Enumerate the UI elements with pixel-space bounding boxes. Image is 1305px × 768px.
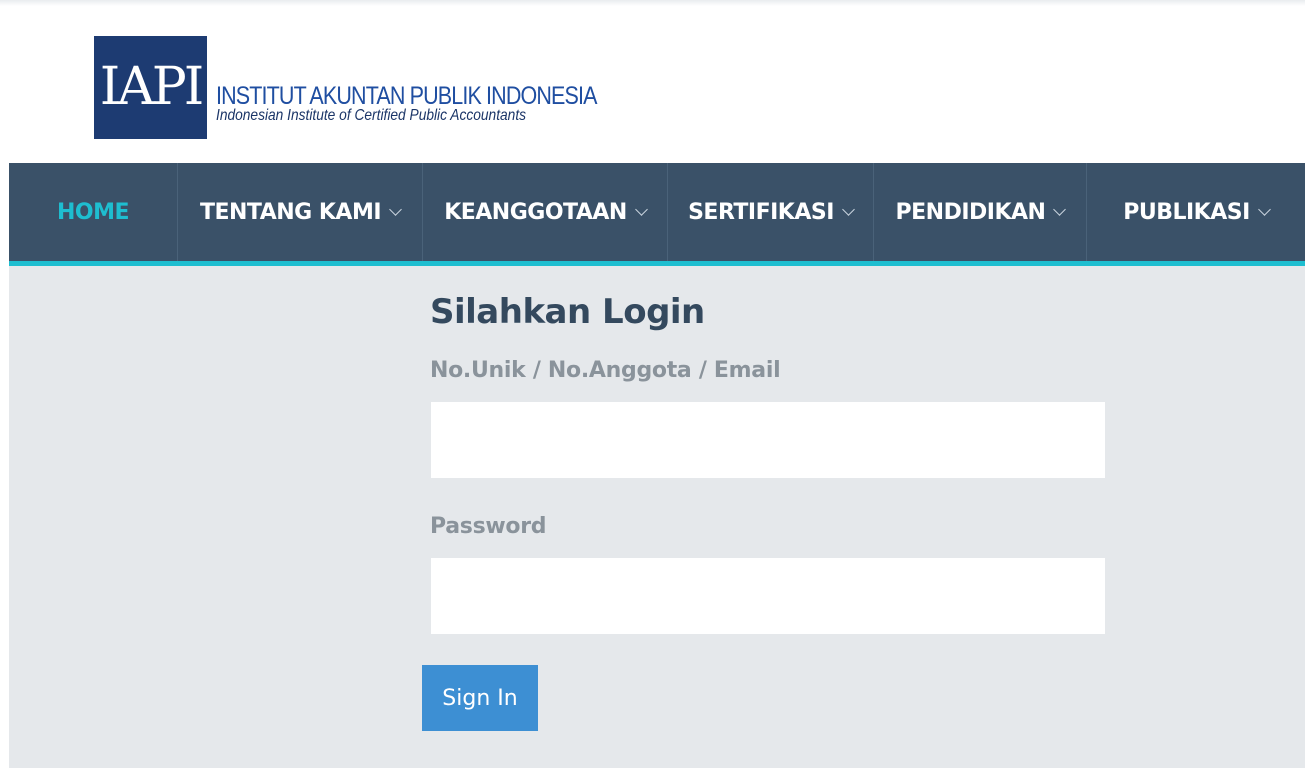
nav-item-label: SERTIFIKASI — [688, 199, 834, 225]
chevron-down-icon — [842, 202, 855, 216]
nav-item-keanggotaan[interactable]: KEANGGOTAAN — [422, 163, 667, 261]
nav-item-label: HOME — [56, 199, 130, 225]
nav-item-tentang-kami[interactable]: TENTANG KAMI — [177, 163, 422, 261]
page: IAPI INSTITUT AKUNTAN PUBLIK INDONESIA I… — [0, 0, 1305, 768]
nav-item-publikasi[interactable]: PUBLIKASI — [1086, 163, 1305, 261]
page-title: Silahkan Login — [430, 292, 705, 332]
nav-item-label: PUBLIKASI — [1123, 199, 1250, 225]
main-nav: HOME TENTANG KAMI KEANGGOTAAN SERTIFIKAS… — [9, 163, 1305, 266]
logo-title: INSTITUT AKUNTAN PUBLIK INDONESIA — [216, 82, 597, 110]
iapi-logo[interactable]: IAPI — [94, 36, 207, 139]
nav-item-label: KEANGGOTAAN — [444, 199, 627, 225]
chevron-down-icon — [1053, 202, 1067, 216]
login-section: Silahkan Login No.Unik / No.Anggota / Em… — [9, 266, 1305, 768]
nav-item-label: PENDIDIKAN — [895, 199, 1046, 225]
username-label: No.Unik / No.Anggota / Email — [430, 358, 781, 383]
logo-text[interactable]: INSTITUT AKUNTAN PUBLIK INDONESIA Indone… — [216, 84, 659, 124]
nav-item-sertifikasi[interactable]: SERTIFIKASI — [667, 163, 873, 261]
site-header: IAPI INSTITUT AKUNTAN PUBLIK INDONESIA I… — [0, 0, 1305, 163]
password-label: Password — [430, 514, 547, 539]
left-edge — [0, 160, 9, 768]
logo-subtitle: Indonesian Institute of Certified Public… — [216, 107, 527, 124]
sign-in-button[interactable]: Sign In — [422, 665, 538, 731]
chevron-down-icon — [1257, 202, 1271, 216]
nav-item-label: TENTANG KAMI — [199, 199, 382, 225]
password-field[interactable] — [431, 558, 1105, 634]
nav-item-home[interactable]: HOME — [9, 163, 177, 261]
nav-item-pendidikan[interactable]: PENDIDIKAN — [873, 163, 1086, 261]
top-border — [0, 0, 1305, 6]
username-field[interactable] — [431, 402, 1105, 478]
chevron-down-icon — [634, 202, 648, 216]
chevron-down-icon — [389, 202, 402, 216]
